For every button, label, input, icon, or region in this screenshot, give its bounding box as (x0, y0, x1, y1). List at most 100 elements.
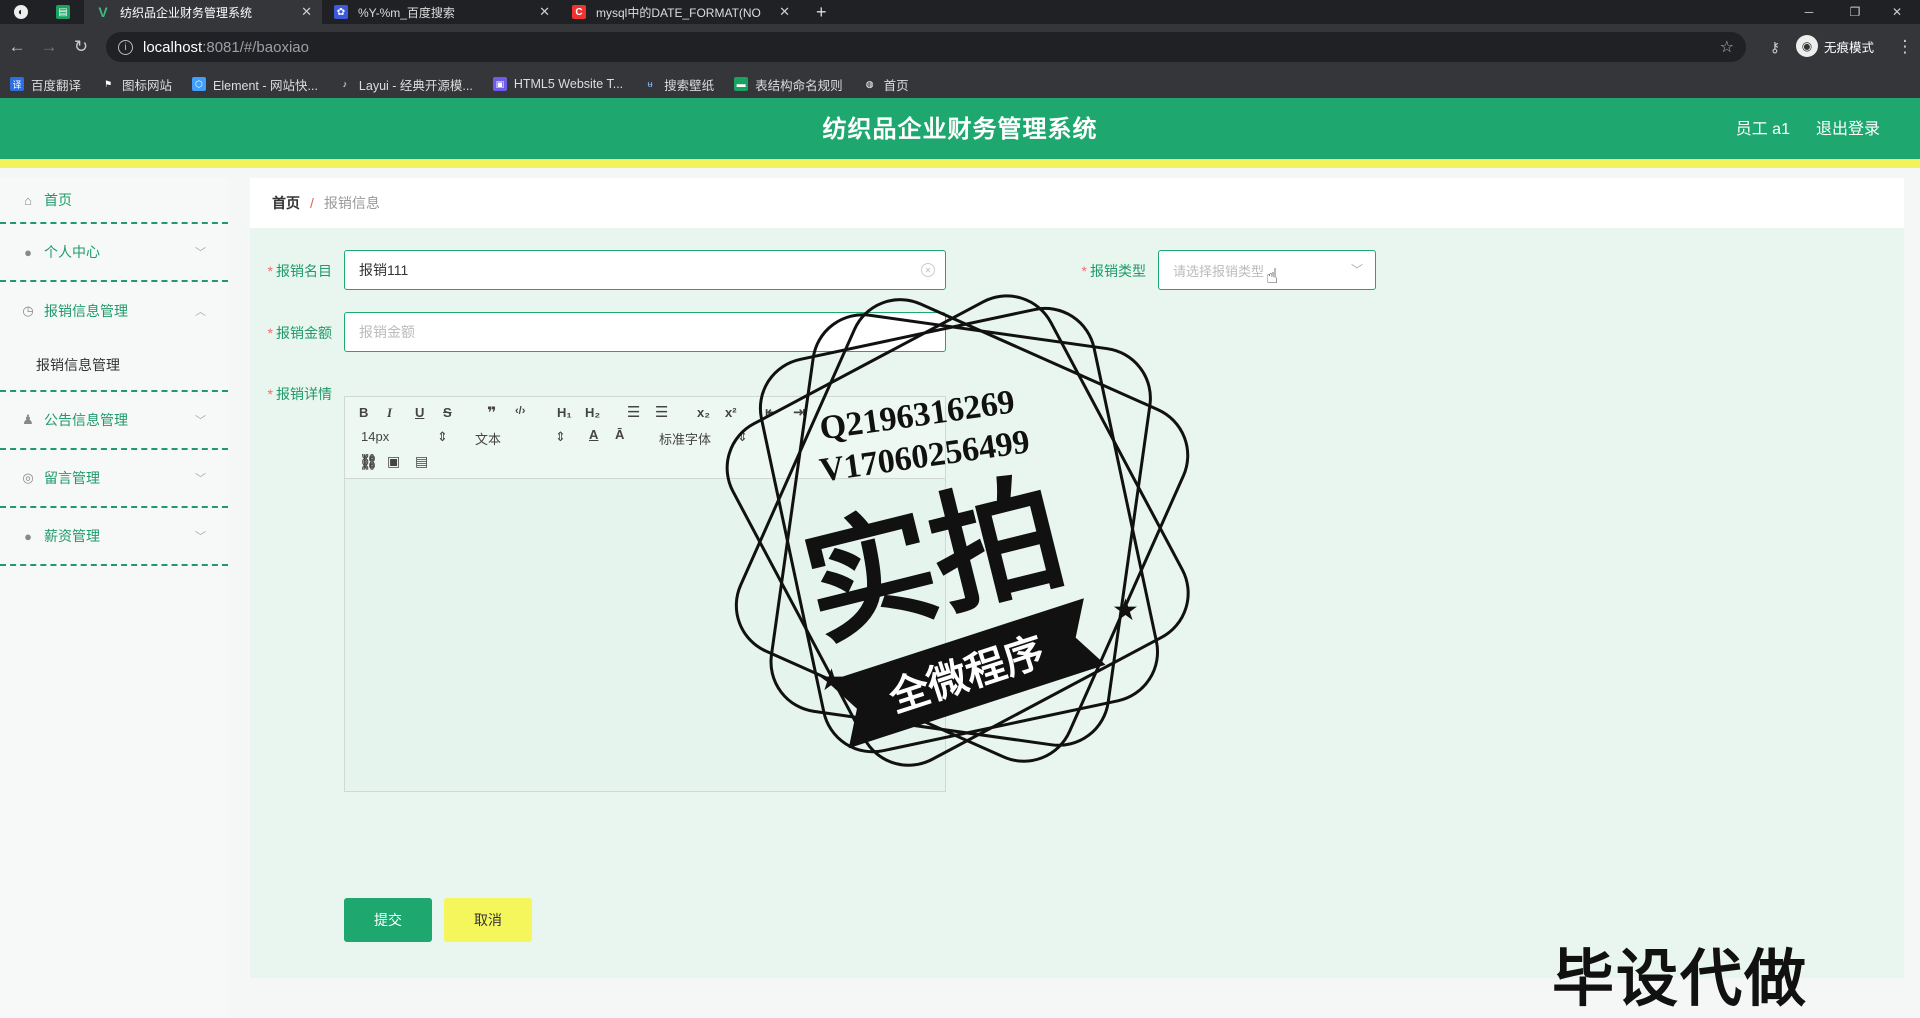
font-size-select[interactable]: 14px (361, 429, 389, 444)
incognito-profile[interactable]: ◉ 无痕模式 (1796, 35, 1874, 57)
sidebar-item-salary[interactable]: ● 薪资管理 ﹀ (0, 508, 228, 566)
bookmark-label: 搜索壁纸 (664, 78, 715, 93)
sidebar-item-home[interactable]: ⌂ 首页 (0, 178, 228, 224)
tab-title: %Y-%m_百度搜索 (358, 5, 455, 20)
blockquote-icon[interactable]: ❞ (487, 403, 496, 423)
chevron-down-icon: ﹀ (195, 415, 206, 427)
ordered-list-icon[interactable]: ☰ (627, 403, 640, 421)
sidebar-item-label: 公告信息管理 (44, 412, 128, 428)
close-tab-icon[interactable]: ✕ (539, 4, 550, 20)
back-icon[interactable]: ← (6, 36, 28, 58)
name-input-value: 报销111 (359, 262, 409, 278)
bookmark-label: Element - 网站快... (213, 78, 318, 93)
info-icon[interactable]: i (118, 39, 133, 55)
sidebar-item-notice[interactable]: ♟ 公告信息管理 ﹀ (0, 392, 228, 450)
sidebar-item-label: 薪资管理 (44, 528, 100, 544)
cancel-button[interactable]: 取消 (444, 898, 532, 942)
link-icon[interactable]: ⛓ (359, 453, 378, 471)
underline-icon[interactable]: U (415, 405, 424, 420)
h2-icon[interactable]: H₂ (585, 405, 600, 420)
header-stripe (0, 159, 1920, 168)
tab-csdn[interactable]: C mysql中的DATE_FORMAT(NO ✕ (560, 0, 800, 24)
browser-menu-icon[interactable]: ◐ (8, 0, 38, 24)
clock-icon: ◷ (22, 303, 34, 318)
bookmark-item[interactable]: 译百度翻译 (10, 75, 81, 94)
baidu-icon: ✿ (334, 5, 348, 19)
text-style-select[interactable]: 文本 (475, 429, 501, 448)
breadcrumb: 首页 / 报销信息 (250, 178, 1904, 228)
sidebar-item-reimbursement[interactable]: ◷ 报销信息管理 ︿ (0, 282, 228, 340)
app-title: 纺织品企业财务管理系统 (822, 116, 1098, 143)
reload-icon[interactable]: ↻ (70, 36, 92, 58)
flag-icon: ⚑ (103, 78, 113, 89)
background-color-icon[interactable]: Ā (615, 427, 624, 442)
more-menu-icon[interactable]: ⋮ (1894, 36, 1916, 58)
bold-icon[interactable]: B (359, 405, 368, 420)
element-icon: ⬡ (192, 77, 207, 91)
amount-input-placeholder: 报销金额 (359, 324, 415, 340)
bookmark-item[interactable]: ♪ Layui - 经典开源模... (338, 75, 473, 94)
bookmark-item[interactable]: ⬡ Element - 网站快... (192, 75, 318, 94)
chevron-updown-icon: ⇕ (437, 429, 448, 444)
address-bar[interactable]: i localhost:8081/#/baoxiao ☆ (106, 32, 1746, 62)
html5-icon: ▣ (492, 77, 507, 91)
url-path: :8081/#/baoxiao (202, 38, 309, 56)
chevron-updown-icon: ⇕ (555, 429, 566, 444)
profile-label: 无痕模式 (1824, 40, 1875, 55)
video-icon[interactable]: ▤ (415, 453, 428, 470)
close-window-icon[interactable]: ✕ (1874, 0, 1920, 24)
bullet-list-icon[interactable]: ☰ (655, 403, 668, 421)
bookmark-label: Layui - 经典开源模... (358, 78, 473, 93)
url-host: localhost (143, 38, 203, 56)
detail-label: * 报销详情 (267, 386, 332, 402)
sidebar-item-label: 个人中心 (44, 244, 100, 260)
breadcrumb-home[interactable]: 首页 (272, 193, 300, 213)
strike-icon[interactable]: S (443, 405, 452, 420)
sidebar-item-personal[interactable]: ● 个人中心 ﹀ (0, 224, 228, 282)
key-icon[interactable]: ⚷ (1764, 36, 1786, 58)
tab-active[interactable]: V 纺织品企业财务管理系统 ✕ (84, 0, 322, 24)
bookmark-label: HTML5 Website T... (513, 77, 624, 91)
font-family-select[interactable]: 标准字体 (659, 429, 711, 448)
breadcrumb-current: 报销信息 (323, 195, 380, 211)
tab-baidu[interactable]: ✿ %Y-%m_百度搜索 ✕ (322, 0, 560, 24)
code-icon[interactable]: ‹/› (515, 405, 525, 417)
new-tab-icon[interactable]: + (808, 0, 838, 24)
name-input[interactable]: 报销111 ✕ (344, 250, 946, 290)
close-tab-icon[interactable]: ✕ (779, 4, 790, 20)
bookmark-item[interactable]: ⚑ 图标网站 (101, 75, 172, 94)
font-color-icon[interactable]: A (589, 427, 598, 442)
bookmark-item[interactable]: ▬ 表结构命名规则 (734, 75, 843, 94)
sheet-icon: ▬ (734, 77, 749, 91)
bookmark-item[interactable]: ◍ 首页 (863, 75, 909, 94)
bookmark-star-icon[interactable]: ☆ (1720, 37, 1734, 57)
chevron-down-icon: ﹀ (195, 247, 206, 259)
image-icon[interactable]: ▣ (387, 453, 400, 470)
breadcrumb-separator: / (310, 195, 314, 211)
bookmark-item[interactable]: ʉ 搜索壁纸 (643, 75, 715, 94)
close-tab-icon[interactable]: ✕ (301, 4, 312, 20)
pinned-tab[interactable]: ▤ (44, 0, 84, 24)
name-label: * 报销名目 (267, 263, 332, 279)
globe-icon: ◎ (22, 470, 34, 485)
csdn-icon: C (572, 5, 586, 19)
sidebar-subitem-reimbursement[interactable]: 报销信息管理 (0, 340, 228, 392)
chevron-up-icon: ︿ (195, 306, 206, 318)
app-header: 纺织品企业财务管理系统 员工 a1 退出登录 (0, 98, 1920, 168)
restore-icon[interactable]: ❐ (1832, 0, 1878, 24)
forward-icon[interactable]: → (38, 36, 60, 58)
sidebar-item-label: 首页 (44, 192, 72, 208)
corner-watermark: 毕设代做 (1552, 945, 1809, 1014)
subscript-icon[interactable]: x₂ (697, 405, 710, 420)
italic-icon[interactable]: I (387, 405, 392, 421)
watermark-stamp: Q2196316269 V17060256499 实拍 全微程序 ★ ★ (725, 294, 1190, 767)
h1-icon[interactable]: H₁ (557, 405, 572, 420)
type-select-placeholder: 请选择报销类型 (1173, 263, 1265, 279)
clear-icon[interactable]: ✕ (921, 263, 935, 277)
bookmark-item[interactable]: ▣ HTML5 Website T... (492, 77, 624, 91)
logout-link[interactable]: 退出登录 (1816, 98, 1880, 162)
submit-button[interactable]: 提交 (344, 898, 432, 942)
minimize-icon[interactable]: ─ (1786, 0, 1832, 24)
translate-icon: 译 (10, 77, 24, 91)
sidebar-item-messages[interactable]: ◎ 留言管理 ﹀ (0, 450, 228, 508)
